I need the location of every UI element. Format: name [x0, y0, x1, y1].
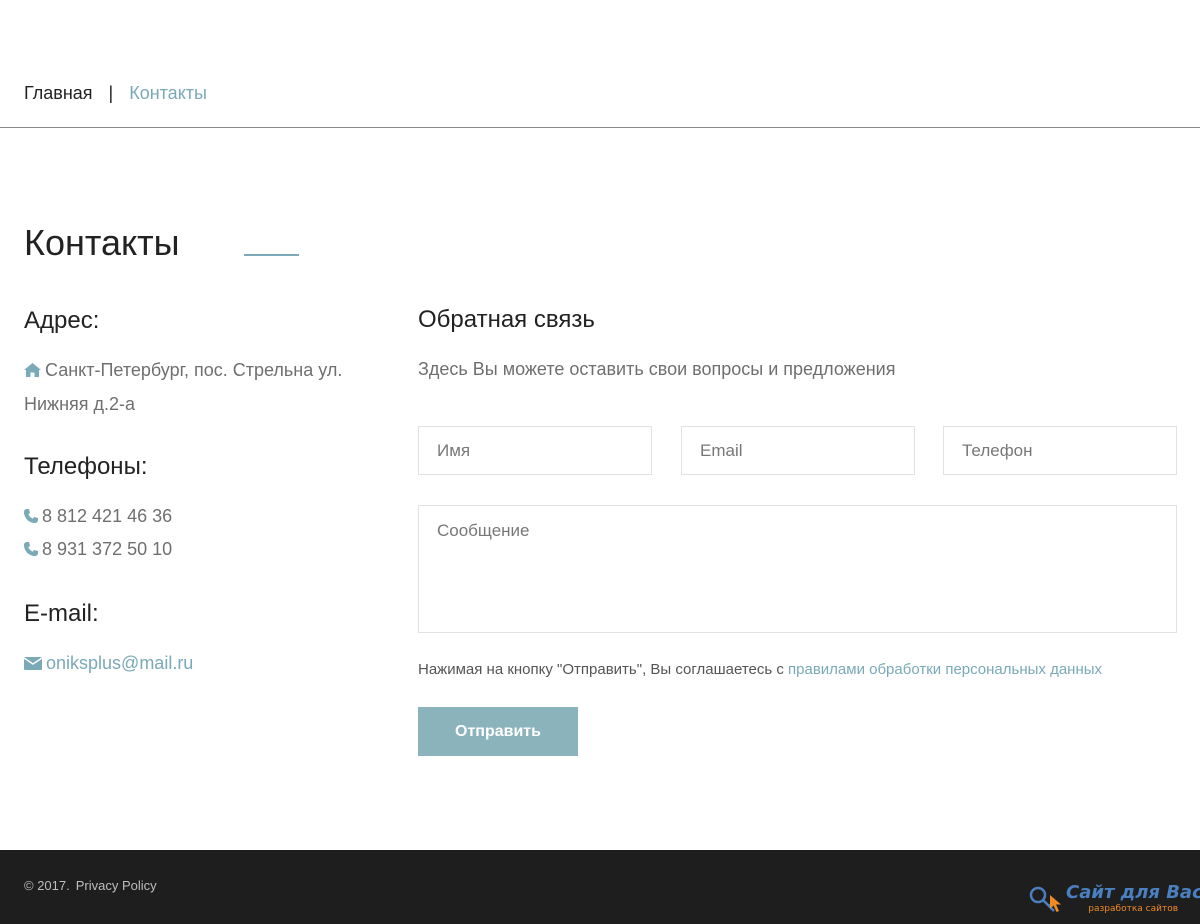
email-input[interactable] — [681, 426, 915, 475]
title-underline — [244, 254, 299, 256]
consent-note: Нажимая на кнопку "Отправить", Вы соглаш… — [418, 660, 1102, 680]
feedback-heading: Обратная связь — [418, 306, 595, 333]
copyright-text: © 2017. — [24, 878, 70, 893]
breadcrumb-current: Контакты — [129, 83, 207, 103]
phone-icon — [24, 534, 38, 567]
breadcrumb-separator: | — [108, 83, 114, 103]
feedback-subtitle: Здесь Вы можете оставить свои вопросы и … — [418, 359, 896, 379]
key-cursor-icon — [1028, 883, 1064, 920]
footer-copyright-block: © 2017. Privacy Policy — [24, 878, 157, 894]
envelope-icon — [23, 648, 43, 681]
address-line-1: Санкт-Петербург, пос. Стрельна ул. — [45, 360, 343, 380]
home-icon — [24, 355, 41, 388]
address-block: Санкт-Петербург, пос. Стрельна ул. Нижня… — [24, 354, 384, 421]
developer-logo-title: Сайт для Вас — [1066, 882, 1200, 903]
header-divider — [0, 127, 1200, 128]
phone-item-1[interactable]: 8 812 421 46 36 — [24, 500, 172, 534]
name-input[interactable] — [418, 426, 652, 475]
breadcrumb: Главная | Контакты — [24, 82, 207, 104]
address-heading: Адрес: — [24, 307, 100, 334]
message-textarea[interactable] — [418, 505, 1177, 633]
developer-logo-subtitle: разработка сайтов — [1088, 904, 1178, 914]
privacy-rules-link[interactable]: правилами обработки персональных данных — [788, 661, 1102, 678]
page-title: Контакты — [24, 222, 180, 263]
phone-icon — [24, 501, 38, 534]
phone-item-2[interactable]: 8 931 372 50 10 — [24, 533, 172, 567]
footer: © 2017. Privacy Policy Сайт для Вас разра… — [0, 850, 1200, 924]
phone-number-1: 8 812 421 46 36 — [42, 506, 173, 526]
phones-heading: Телефоны: — [24, 453, 148, 480]
submit-button[interactable]: Отправить — [418, 707, 578, 756]
breadcrumb-home-link[interactable]: Главная — [24, 82, 93, 104]
address-line-2: Нижняя д.2-а — [24, 393, 136, 414]
phone-number-2: 8 931 372 50 10 — [42, 539, 173, 559]
phone-input[interactable] — [943, 426, 1177, 475]
contacts-page: Главная | Контакты Контакты Адрес: Санкт… — [0, 0, 1200, 924]
developer-logo[interactable]: Сайт для Вас разработка сайтов — [1028, 882, 1200, 920]
privacy-policy-link[interactable]: Privacy Policy — [76, 878, 157, 893]
email-link[interactable]: oniksplus@mail.ru — [46, 653, 193, 673]
email-item: oniksplus@mail.ru — [23, 647, 193, 681]
email-heading: E-mail: — [24, 600, 99, 627]
consent-text: Нажимая на кнопку "Отправить", Вы соглаш… — [418, 661, 789, 678]
